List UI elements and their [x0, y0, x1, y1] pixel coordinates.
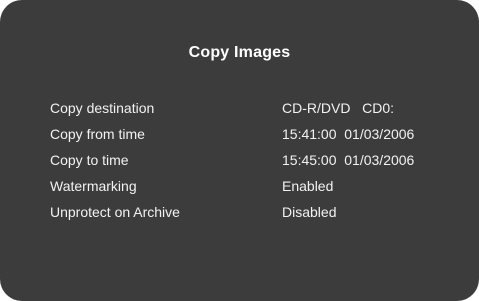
- setting-row-unprotect-on-archive[interactable]: Unprotect on Archive Disabled: [50, 203, 450, 229]
- setting-row-copy-from-time[interactable]: Copy from time 15:41:00 01/03/2006: [50, 125, 450, 151]
- setting-row-copy-destination[interactable]: Copy destination CD-R/DVD CD0:: [50, 99, 450, 125]
- copy-images-panel: Copy Images Copy destination CD-R/DVD CD…: [0, 0, 479, 301]
- dialog-title: Copy Images: [188, 44, 291, 61]
- setting-value: 15:41:00 01/03/2006: [282, 126, 415, 142]
- settings-list: Copy destination CD-R/DVD CD0: Copy from…: [50, 99, 450, 229]
- setting-label: Watermarking: [50, 178, 137, 194]
- setting-label: Copy to time: [50, 152, 129, 168]
- setting-value: Disabled: [282, 204, 337, 220]
- setting-value: Enabled: [282, 178, 334, 194]
- setting-value: 15:45:00 01/03/2006: [282, 152, 415, 168]
- setting-value: CD-R/DVD CD0:: [282, 100, 395, 116]
- setting-label: Copy destination: [50, 100, 155, 116]
- setting-label: Unprotect on Archive: [50, 204, 180, 220]
- setting-row-watermarking[interactable]: Watermarking Enabled: [50, 177, 450, 203]
- setting-row-copy-to-time[interactable]: Copy to time 15:45:00 01/03/2006: [50, 151, 450, 177]
- setting-label: Copy from time: [50, 126, 145, 142]
